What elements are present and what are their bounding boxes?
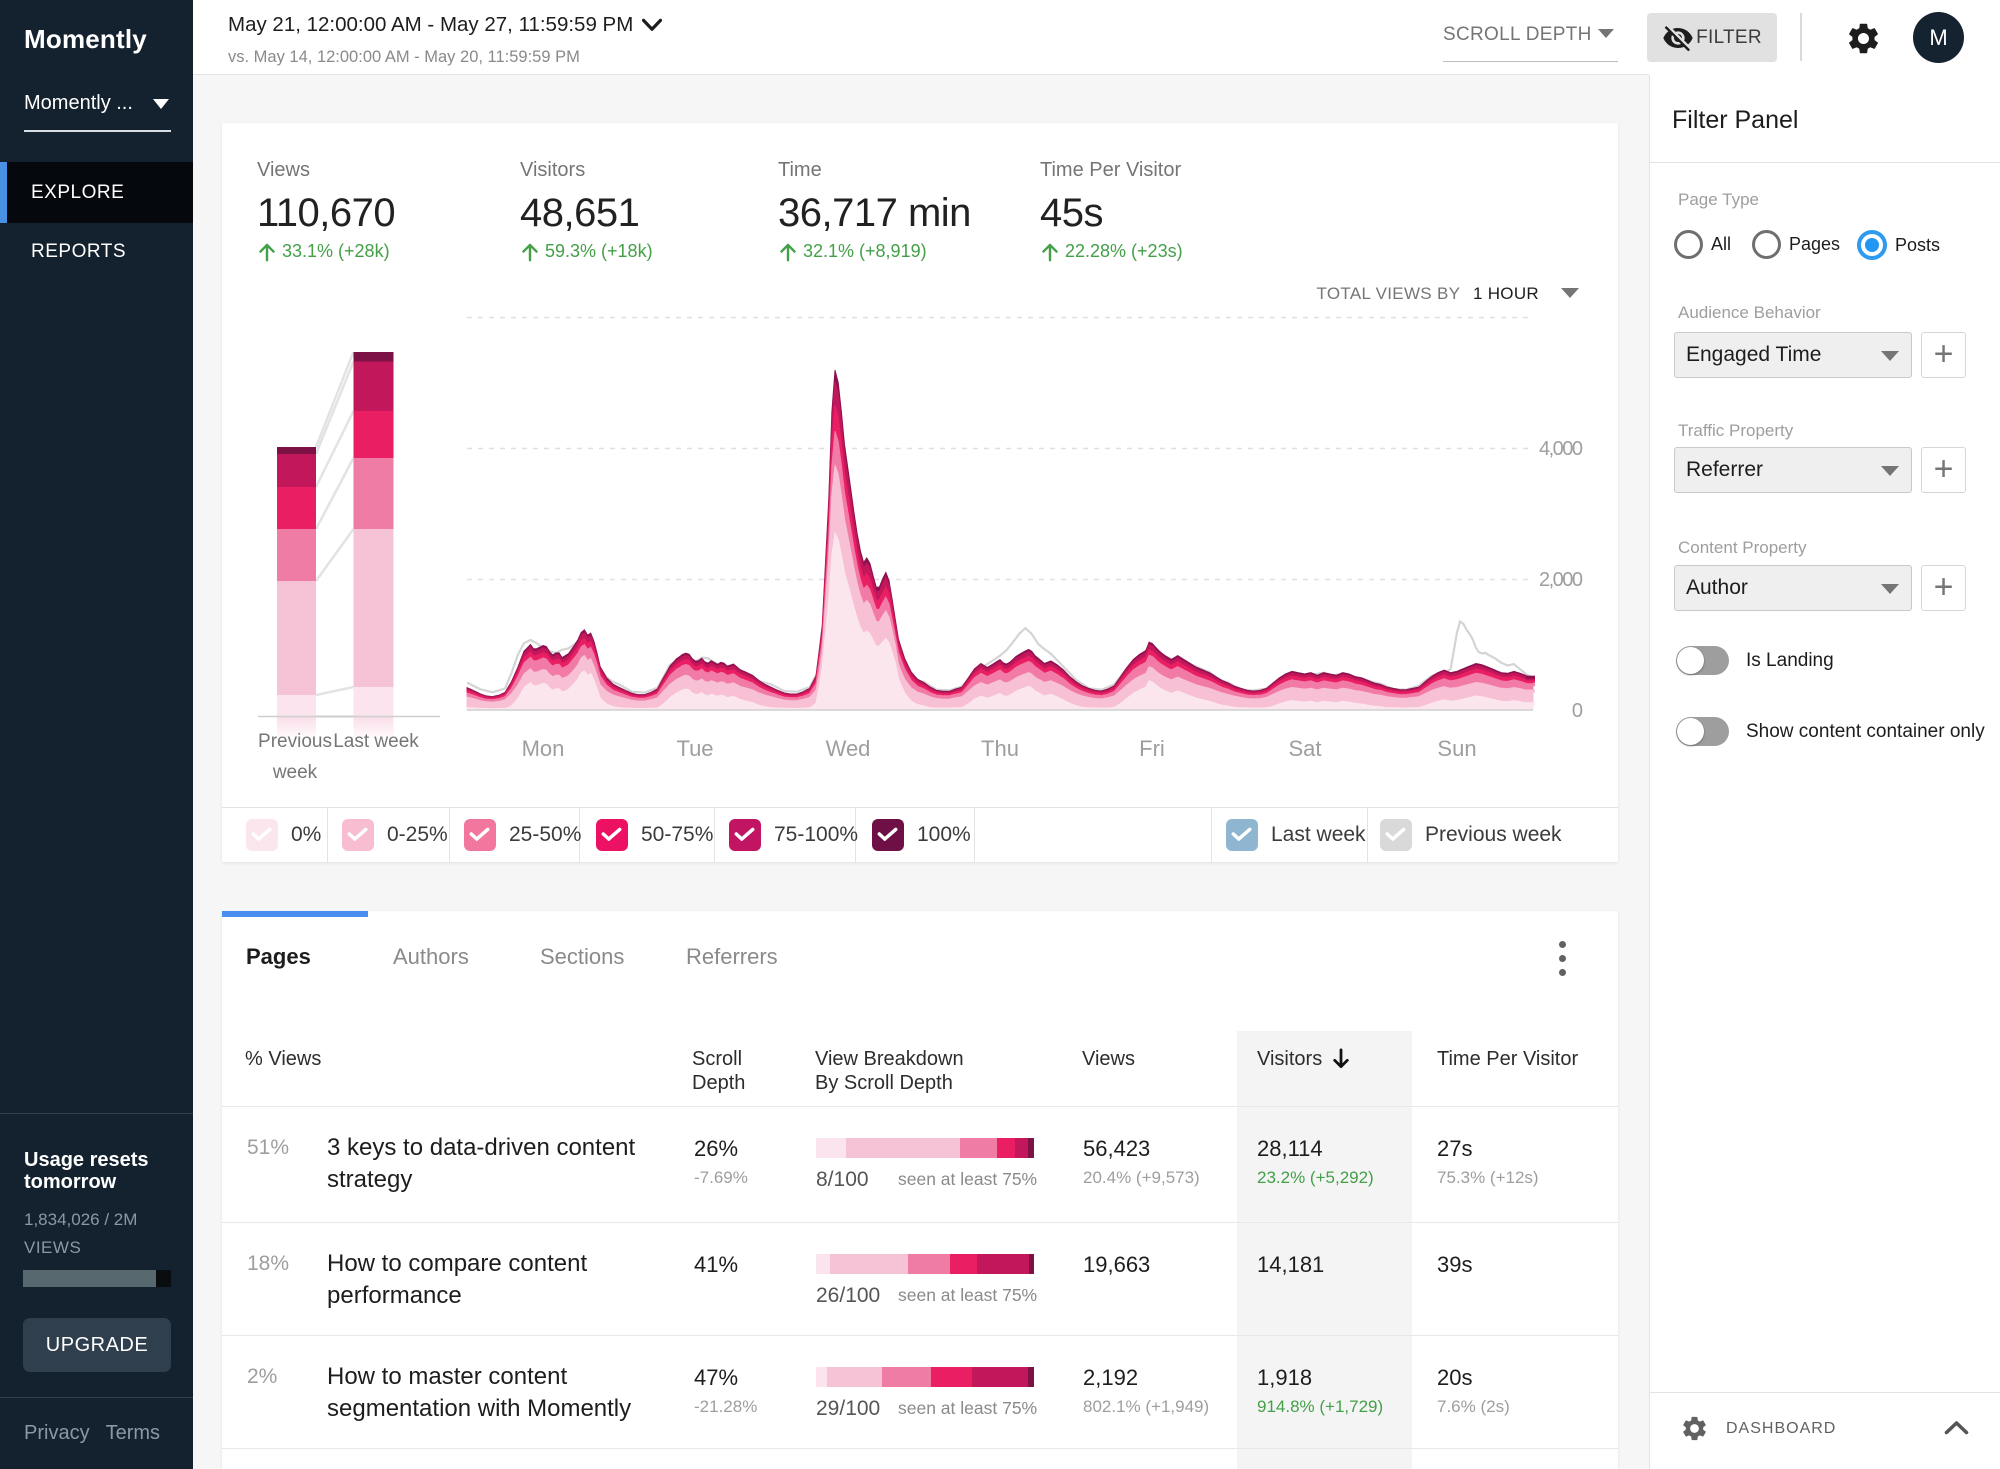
svg-text:Sun: Sun	[1437, 736, 1476, 761]
svg-text:Sat: Sat	[1288, 736, 1321, 761]
svg-text:Thu: Thu	[981, 736, 1019, 761]
svg-text:Mon: Mon	[522, 736, 565, 761]
svg-text:Wed: Wed	[826, 736, 871, 761]
svg-text:2,000: 2,000	[1539, 569, 1583, 591]
svg-text:Tue: Tue	[676, 736, 713, 761]
svg-text:Previous: Previous	[258, 731, 332, 752]
svg-text:0: 0	[1572, 700, 1583, 722]
svg-text:4,000: 4,000	[1539, 438, 1583, 460]
svg-text:Fri: Fri	[1139, 736, 1165, 761]
svg-text:week: week	[272, 762, 318, 783]
svg-text:Last week: Last week	[333, 731, 419, 752]
